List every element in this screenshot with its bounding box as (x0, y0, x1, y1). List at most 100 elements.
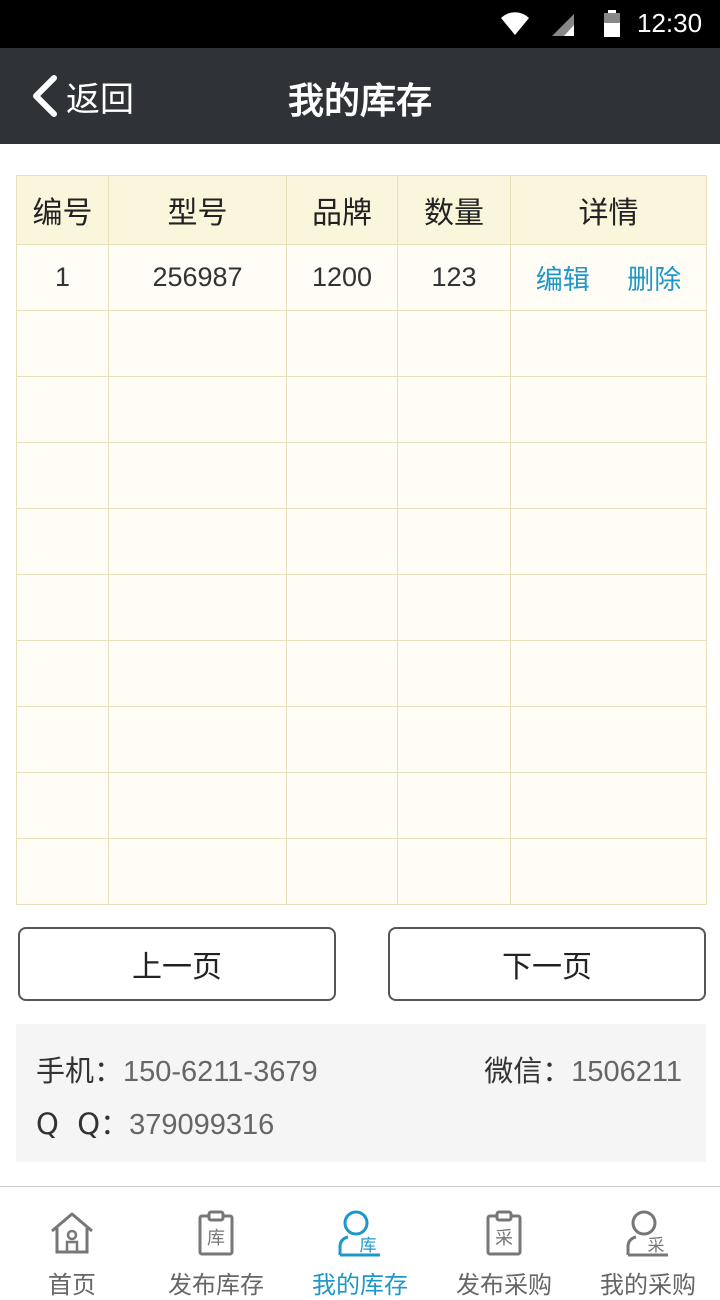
nav-icon-char: 采 (495, 1228, 513, 1249)
empty-table-row (16, 508, 707, 575)
empty-cell (397, 376, 511, 443)
phone-row: 手机：150-6211-3679 (36, 1048, 318, 1090)
empty-cell (397, 772, 511, 839)
qq-value: 379099316 (129, 1109, 275, 1141)
cell-actions: 编辑 删除 (510, 244, 707, 311)
empty-cell (510, 508, 707, 575)
column-header-quantity: 数量 (397, 175, 511, 245)
empty-cell (108, 376, 287, 443)
wechat-label: 微信： (484, 1054, 572, 1088)
empty-cell (108, 574, 287, 641)
empty-cell (397, 310, 511, 377)
page-title: 我的库存 (0, 72, 720, 124)
nav-item-publish-inventory[interactable]: 库 发布库存 (144, 1187, 288, 1300)
empty-cell (16, 574, 109, 641)
status-time: 12:30 (637, 8, 703, 38)
empty-cell (286, 574, 398, 641)
phone-value: 150-6211-3679 (123, 1056, 318, 1088)
empty-cell (510, 310, 707, 377)
empty-cell (108, 508, 287, 575)
nav-item-publish-purchase[interactable]: 采 发布采购 (432, 1187, 576, 1300)
nav-item-my-purchase[interactable]: 采 我的采购 (576, 1187, 720, 1300)
qq-label: Q Q： (36, 1107, 130, 1141)
empty-cell (286, 838, 398, 905)
cell-quantity: 123 (397, 244, 511, 311)
inventory-table: 编号 型号 品牌 数量 详情 1 256987 1200 123 编辑 删除 (16, 175, 707, 905)
empty-cell (16, 772, 109, 839)
next-page-button[interactable]: 下一页 (388, 927, 706, 1001)
delete-link[interactable]: 删除 (627, 258, 681, 297)
user-icon: 库 (338, 1210, 380, 1257)
table-row: 1 256987 1200 123 编辑 删除 (16, 244, 707, 311)
empty-cell (510, 838, 707, 905)
column-header-brand: 品牌 (286, 175, 398, 245)
empty-cell (16, 310, 109, 377)
empty-cell (397, 574, 511, 641)
empty-table-row (16, 574, 707, 641)
nav-label-my-purchase: 我的采购 (600, 1271, 696, 1299)
empty-cell (108, 310, 287, 377)
edit-link[interactable]: 编辑 (536, 258, 590, 297)
empty-table-row (16, 838, 707, 905)
clipboard-icon: 库 (198, 1210, 234, 1256)
empty-cell (397, 442, 511, 509)
empty-cell (16, 838, 109, 905)
column-header-details: 详情 (510, 175, 707, 245)
empty-cell (510, 640, 707, 707)
nav-label-home: 首页 (48, 1271, 96, 1299)
empty-cell (510, 706, 707, 773)
user-icon: 采 (626, 1210, 668, 1257)
home-icon (51, 1212, 93, 1254)
empty-cell (16, 706, 109, 773)
empty-table-row (16, 442, 707, 509)
status-bar: 12:30 (0, 0, 720, 48)
cellular-signal-icon (552, 14, 574, 36)
bottom-navigation: 首页 库 发布库存 库 我的库存 采 发布采购 采 我的采购 (0, 1186, 720, 1300)
cell-id: 1 (16, 244, 109, 311)
empty-cell (397, 706, 511, 773)
column-header-model: 型号 (108, 175, 287, 245)
empty-cell (286, 508, 398, 575)
qq-row: Q Q：379099316 (36, 1101, 274, 1143)
table-header-row: 编号 型号 品牌 数量 详情 (16, 175, 707, 245)
empty-cell (510, 574, 707, 641)
nav-label-my-inventory: 我的库存 (312, 1271, 408, 1299)
empty-cell (286, 706, 398, 773)
empty-cell (108, 442, 287, 509)
nav-item-my-inventory[interactable]: 库 我的库存 (288, 1187, 432, 1300)
empty-table-row (16, 310, 707, 377)
empty-cell (108, 772, 287, 839)
empty-cell (16, 442, 109, 509)
wechat-value: 1506211 (571, 1056, 682, 1088)
empty-cell (397, 640, 511, 707)
phone-label: 手机： (36, 1054, 124, 1088)
empty-cell (16, 640, 109, 707)
empty-cell (510, 376, 707, 443)
inventory-table-wrap: 编号 型号 品牌 数量 详情 1 256987 1200 123 编辑 删除 (16, 175, 707, 905)
empty-cell (16, 376, 109, 443)
empty-cell (397, 838, 511, 905)
empty-cell (286, 376, 398, 443)
wifi-icon (501, 12, 529, 35)
previous-page-button[interactable]: 上一页 (18, 927, 336, 1001)
empty-table-row (16, 376, 707, 443)
page-title-text: 我的库存 (287, 81, 432, 122)
empty-cell (286, 640, 398, 707)
empty-table-row (16, 706, 707, 773)
cell-brand: 1200 (286, 244, 398, 311)
nav-label-publish-purchase: 发布采购 (456, 1271, 552, 1299)
cell-model: 256987 (108, 244, 287, 311)
empty-cell (286, 310, 398, 377)
nav-item-home[interactable]: 首页 (0, 1187, 144, 1300)
empty-cell (510, 772, 707, 839)
clipboard-icon: 采 (486, 1210, 522, 1256)
app-header: 返回 我的库存 (0, 48, 720, 144)
empty-cell (286, 772, 398, 839)
empty-table-row (16, 640, 707, 707)
column-header-id: 编号 (16, 175, 109, 245)
nav-label-publish-inventory: 发布库存 (168, 1271, 264, 1299)
empty-cell (16, 508, 109, 575)
empty-cell (108, 640, 287, 707)
contact-info-panel: 手机：150-6211-3679 微信：1506211 Q Q：37909931… (16, 1024, 706, 1162)
empty-cell (108, 838, 287, 905)
